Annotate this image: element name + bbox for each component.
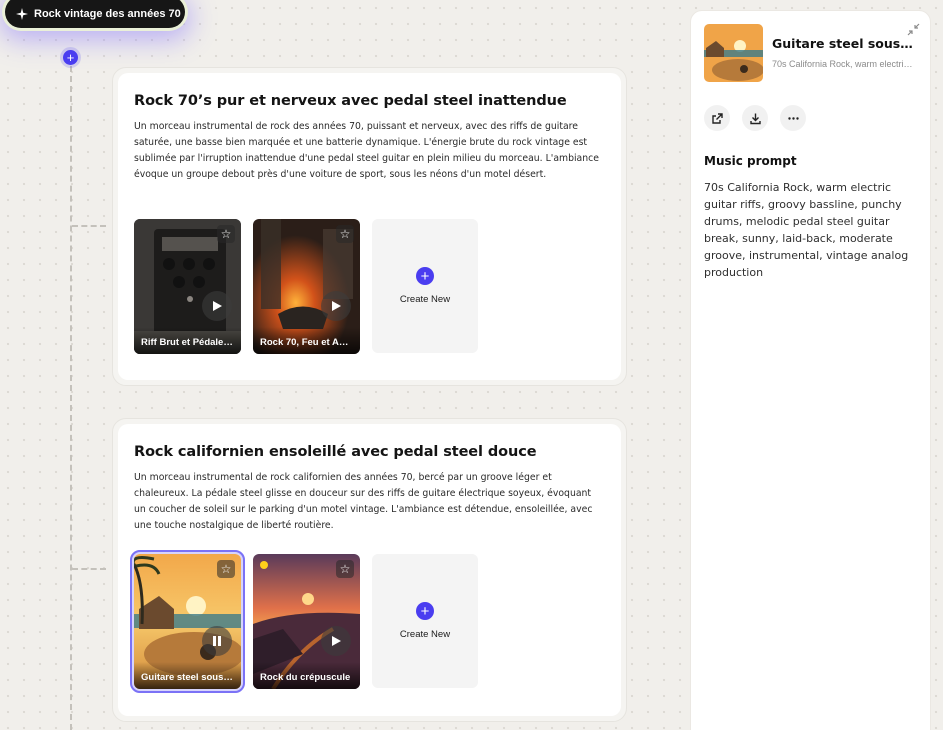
play-button[interactable] <box>321 291 351 321</box>
pause-button[interactable] <box>202 626 232 656</box>
card-title: Rock californien ensoleillé avec pedal s… <box>134 444 537 460</box>
play-icon <box>332 636 341 646</box>
play-button[interactable] <box>321 626 351 656</box>
prompt-card: Rock 70’s pur et nerveux avec pedal stee… <box>112 67 627 386</box>
track-list: ☆ Guitare steel sous le soleil ☆ Rock du… <box>130 550 478 693</box>
download-icon <box>749 113 761 124</box>
favorite-star-icon[interactable]: ☆ <box>336 225 354 243</box>
tree-spine <box>70 66 72 730</box>
create-new-button[interactable]: + Create New <box>372 219 478 353</box>
panel-actions <box>704 105 806 131</box>
play-icon <box>213 301 222 311</box>
plus-icon: + <box>416 267 434 285</box>
card-description: Un morceau instrumental de rock des anné… <box>134 121 599 180</box>
open-external-button[interactable] <box>704 105 730 131</box>
pause-icon <box>213 636 221 646</box>
favorite-star-icon[interactable]: ☆ <box>336 560 354 578</box>
tree-connector <box>72 225 106 227</box>
root-prompt-chip[interactable]: Rock vintage des années 70 <box>5 0 185 28</box>
track-title: Riff Brut et Pédale Steel <box>134 327 241 354</box>
track-artwork <box>704 24 763 82</box>
new-indicator-dot <box>260 561 268 569</box>
panel-track-subtitle: 70s California Rock, warm electric guita… <box>772 59 917 69</box>
track-tile-selected[interactable]: ☆ Guitare steel sous le soleil <box>130 550 245 693</box>
collapse-icon[interactable] <box>907 23 920 36</box>
tree-connector <box>72 568 106 570</box>
panel-thumbnail <box>704 24 763 82</box>
music-prompt-text: 70s California Rock, warm electric guita… <box>704 181 909 279</box>
card-title: Rock 70’s pur et nerveux avec pedal stee… <box>134 93 567 109</box>
more-options-button[interactable] <box>780 105 806 131</box>
music-prompt-heading: Music prompt <box>704 154 797 168</box>
favorite-star-icon[interactable]: ☆ <box>217 560 235 578</box>
track-list: ☆ Riff Brut et Pédale Steel ☆ Rock 70, F… <box>134 219 478 354</box>
play-button[interactable] <box>202 291 232 321</box>
track-tile[interactable]: ☆ Rock du crépuscule <box>253 554 360 689</box>
create-new-label: Create New <box>399 294 451 305</box>
ellipsis-icon <box>787 116 799 120</box>
create-new-button[interactable]: + Create New <box>372 554 478 688</box>
prompt-card: Rock californien ensoleillé avec pedal s… <box>112 418 627 722</box>
track-title: Rock du crépuscule <box>253 662 360 689</box>
add-branch-button[interactable]: + <box>63 50 78 65</box>
plus-icon: + <box>416 602 434 620</box>
track-title: Rock 70, Feu et Acier <box>253 327 360 354</box>
favorite-star-icon[interactable]: ☆ <box>217 225 235 243</box>
play-icon <box>332 301 341 311</box>
panel-track-title: Guitare steel sous le soleil <box>772 36 917 51</box>
sparkle-icon <box>16 8 28 20</box>
chip-label: Rock vintage des années 70 <box>34 8 181 20</box>
track-tile[interactable]: ☆ Riff Brut et Pédale Steel <box>134 219 241 354</box>
track-detail-panel: Guitare steel sous le soleil 70s Califor… <box>690 10 931 730</box>
track-title: Guitare steel sous le soleil <box>134 662 241 689</box>
card-description: Un morceau instrumental de rock californ… <box>134 472 593 531</box>
track-tile[interactable]: ☆ Rock 70, Feu et Acier <box>253 219 360 354</box>
external-link-icon <box>711 112 723 124</box>
create-new-label: Create New <box>399 629 451 640</box>
download-button[interactable] <box>742 105 768 131</box>
